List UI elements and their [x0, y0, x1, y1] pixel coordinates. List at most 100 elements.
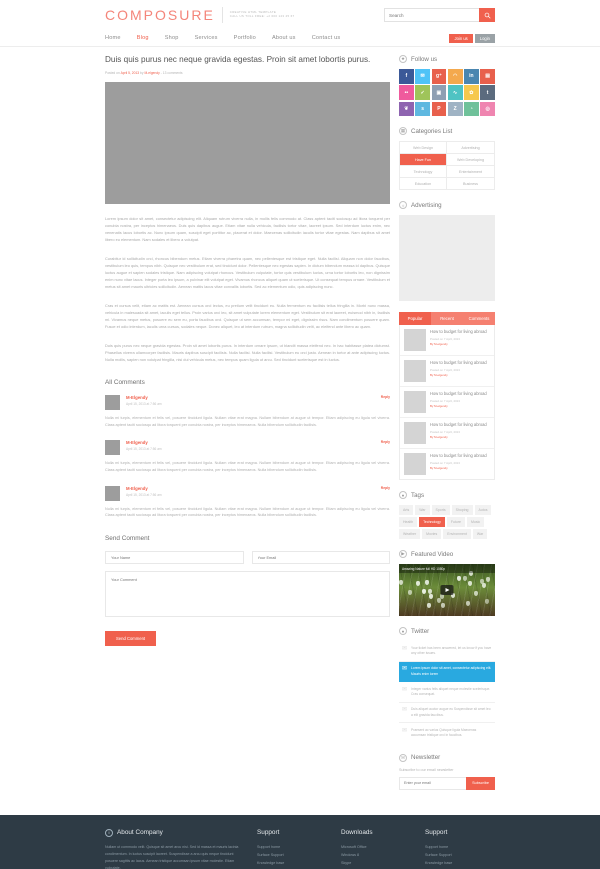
popular-post-item[interactable]: How to budget for living abroad Posted on…	[400, 449, 494, 479]
social-tumblr-icon[interactable]: t	[480, 85, 495, 100]
footer-link[interactable]: Microsoft Office	[341, 843, 411, 851]
post-title-link[interactable]: How to budget for living abroad	[430, 391, 487, 397]
category-have-fun[interactable]: Have Fun	[400, 154, 447, 166]
footer-link[interactable]: Knowledge base	[257, 859, 327, 867]
tab-comments[interactable]: Comments	[463, 312, 495, 325]
social-twitter-icon[interactable]: ✉	[415, 69, 430, 84]
widget-posts: Popular Recent Comments How to budget for …	[399, 312, 495, 480]
popular-post-item[interactable]: How to budget for living abroad Posted on…	[400, 387, 494, 418]
nav-item-contact-us[interactable]: Contact us	[312, 35, 341, 41]
tab-popular[interactable]: Popular	[399, 312, 431, 325]
popular-post-item[interactable]: How to budget for living abroad Posted on…	[400, 325, 494, 356]
advertising-banner[interactable]	[399, 215, 495, 301]
tag-arts[interactable]: Arts	[399, 505, 413, 515]
tag-music[interactable]: Music	[467, 517, 484, 527]
join-us-button[interactable]: Join us	[449, 34, 472, 43]
comment-author[interactable]: M-Elgendy	[126, 395, 162, 400]
social-printerest-icon[interactable]: ▤	[480, 69, 495, 84]
social-skype-icon[interactable]: s	[415, 102, 430, 117]
social-lastfm-icon[interactable]: ◎	[480, 102, 495, 117]
tweet-item[interactable]: ✉ Your ticket has been answered, let us k…	[399, 641, 495, 662]
tweet-item[interactable]: ✉ Lorem ipsum dolor sit amet, consectetur…	[399, 662, 495, 683]
footer-link[interactable]: Support home	[257, 843, 327, 851]
social-linkedin-icon[interactable]: in	[464, 69, 479, 84]
tag-technology[interactable]: Technology	[419, 517, 445, 527]
post-title-link[interactable]: How to budget for living abroad	[430, 453, 487, 459]
category-education[interactable]: Education	[400, 178, 447, 189]
nav-item-portfolio[interactable]: Portfolio	[234, 35, 256, 41]
post-author[interactable]: M-elgendy	[144, 71, 159, 75]
tweet-item[interactable]: ✉ Integer varius felis aliquet neque mole…	[399, 682, 495, 703]
social-pinterest-icon[interactable]: P	[432, 102, 447, 117]
footer-link[interactable]: Support home	[425, 843, 495, 851]
tag-health[interactable]: Health	[399, 517, 417, 527]
post-title-link[interactable]: How to budget for living abroad	[430, 329, 487, 335]
comment-author[interactable]: M-Elgendy	[126, 440, 162, 445]
category-business[interactable]: Business	[447, 178, 494, 189]
category-entertainment[interactable]: Entertainment	[447, 166, 494, 178]
tag-weather[interactable]: Weather	[399, 529, 420, 539]
social-zerply-icon[interactable]: Z	[448, 102, 463, 117]
site-logo[interactable]: COMPOSURE	[105, 7, 215, 23]
tag-shoping[interactable]: Shoping	[452, 505, 473, 515]
nav-item-blog[interactable]: Blog	[137, 35, 149, 41]
tag-autos[interactable]: Autos	[475, 505, 492, 515]
social-dribbble-icon[interactable]: ✿	[464, 85, 479, 100]
play-icon[interactable]	[441, 585, 454, 595]
footer-link[interactable]: Surface Support	[257, 851, 327, 859]
footer-link[interactable]: Surface Support	[425, 851, 495, 859]
tab-recent[interactable]: Recent	[431, 312, 463, 325]
video-player[interactable]: Amazing Nature full HD 1080p	[399, 564, 495, 616]
reply-link[interactable]: Reply	[381, 486, 390, 490]
tag-sports[interactable]: Sports	[432, 505, 450, 515]
subscribe-button[interactable]: Subscribe	[466, 777, 495, 790]
nav-item-about-us[interactable]: About us	[272, 35, 296, 41]
category-web-design[interactable]: Web Design	[400, 142, 447, 154]
search-box[interactable]	[384, 8, 495, 22]
name-field[interactable]	[105, 551, 244, 564]
footer-link[interactable]: Knowledge base	[425, 859, 495, 867]
search-button[interactable]	[479, 8, 495, 22]
category-technology[interactable]: Technology	[400, 166, 447, 178]
tag-war[interactable]: War	[415, 505, 429, 515]
email-field[interactable]	[252, 551, 391, 564]
tweet-item[interactable]: ✉ Duis aliquet auctor augue eu Suspendiss…	[399, 703, 495, 724]
comment-textarea[interactable]	[105, 571, 390, 617]
social-facebook-icon[interactable]: f	[399, 69, 414, 84]
popular-post-item[interactable]: How to budget for living abroad Posted on…	[400, 356, 494, 387]
search-input[interactable]	[384, 8, 479, 22]
social-flickr-icon[interactable]: ••	[399, 85, 414, 100]
post-info: How to budget for living abroad Posted on…	[430, 360, 487, 382]
footer-link[interactable]: Skype	[341, 859, 411, 867]
nav-item-shop[interactable]: Shop	[165, 35, 179, 41]
tag-environment[interactable]: Environment	[443, 529, 471, 539]
social-forrst-icon[interactable]: ∿	[448, 85, 463, 100]
category-web-developing[interactable]: Web Developing	[447, 154, 494, 166]
nav-item-home[interactable]: Home	[105, 35, 121, 41]
social-github-icon[interactable]: ❦	[399, 102, 414, 117]
popular-post-item[interactable]: How to budget for living abroad Posted on…	[400, 418, 494, 449]
follow-us-label: Follow us	[411, 56, 437, 63]
brand[interactable]: COMPOSURE CREATIVE HTML TEMPLATE CALL US…	[105, 7, 295, 23]
send-comment-button[interactable]: Send Comment	[105, 631, 156, 646]
category-advertising[interactable]: Advertising	[447, 142, 494, 154]
reply-link[interactable]: Reply	[381, 395, 390, 399]
social-google-plus-icon[interactable]: g⁺	[432, 69, 447, 84]
login-button[interactable]: Login	[475, 34, 495, 43]
post-title-link[interactable]: How to budget for living abroad	[430, 422, 487, 428]
tag-war[interactable]: War	[473, 529, 487, 539]
social-rss-icon[interactable]: ◠	[448, 69, 463, 84]
social-vimeo-icon[interactable]: ✓	[415, 85, 430, 100]
post-title-link[interactable]: How to budget for living abroad	[430, 360, 487, 366]
footer-link[interactable]: Windows 8	[341, 851, 411, 859]
tweet-item[interactable]: ✉ Praesent ac varius Quisque ligula Maece…	[399, 723, 495, 743]
nav-item-services[interactable]: Services	[195, 35, 218, 41]
post-date[interactable]: April 5, 2013	[121, 71, 140, 75]
social-evernote-icon[interactable]: ◔	[464, 102, 479, 117]
newsletter-email-input[interactable]	[399, 777, 466, 790]
tag-future[interactable]: Future	[447, 517, 465, 527]
reply-link[interactable]: Reply	[381, 440, 390, 444]
comment-author[interactable]: M-Elgendy	[126, 486, 162, 491]
tag-movies[interactable]: Movies	[422, 529, 441, 539]
social-instagram-icon[interactable]: ▣	[432, 85, 447, 100]
